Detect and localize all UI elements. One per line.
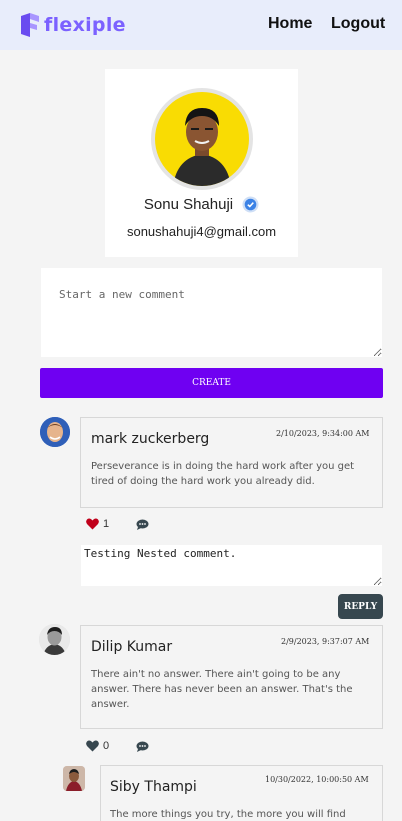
commenter-avatar <box>40 417 70 447</box>
reply-comment-icon[interactable] <box>136 519 149 530</box>
comment-author: mark zuckerberg <box>91 431 210 447</box>
commenter-avatar <box>63 766 85 791</box>
reply-comment-icon[interactable] <box>136 741 149 752</box>
profile-photo <box>173 108 231 186</box>
reply-input[interactable] <box>81 545 382 586</box>
comment-card: Siby Thampi 10/30/2022, 10:00:50 AM The … <box>100 765 383 821</box>
profile-email: sonushahuji4@gmail.com <box>126 224 277 239</box>
like-count: 0 <box>103 740 110 752</box>
comment-author: Siby Thampi <box>110 779 197 795</box>
comment-text: Perseverance is in doing the hard work a… <box>91 461 355 487</box>
brand-name: flexiple <box>44 14 126 36</box>
commenter-avatar <box>39 624 70 655</box>
comment-date: 10/30/2022, 10:00:50 AM <box>265 775 369 784</box>
profile-avatar <box>151 88 253 190</box>
comment-card: Dilip Kumar 2/9/2023, 9:37:07 AM There a… <box>80 625 383 729</box>
new-comment-input[interactable] <box>41 268 382 357</box>
comment-author: Dilip Kumar <box>91 639 173 655</box>
comment-actions: 1 <box>86 518 109 530</box>
brand-logo[interactable]: flexiple <box>19 11 126 39</box>
heart-icon[interactable] <box>86 518 99 530</box>
reply-button[interactable]: REPLY <box>338 594 383 619</box>
verified-check-icon <box>242 196 259 213</box>
nav-logout-link[interactable]: Logout <box>331 15 385 33</box>
nav-home-link[interactable]: Home <box>268 15 312 33</box>
profile-name-row: Sonu Shahuji <box>105 196 298 213</box>
comment-date: 2/9/2023, 9:37:07 AM <box>281 637 370 646</box>
comment-date: 2/10/2023, 9:34:00 AM <box>276 429 370 438</box>
flexiple-logo-icon <box>21 13 39 37</box>
comment-card: mark zuckerberg 2/10/2023, 9:34:00 AM Pe… <box>80 417 383 508</box>
profile-card: Sonu Shahuji sonushahuji4@gmail.com <box>105 69 298 257</box>
like-count: 1 <box>103 518 110 530</box>
comment-actions: 0 <box>86 740 109 752</box>
heart-icon[interactable] <box>86 740 99 752</box>
comment-text: There ain't no answer. There ain't going… <box>91 669 353 710</box>
navbar: flexiple Home Logout <box>0 0 402 50</box>
profile-name: Sonu Shahuji <box>143 196 234 213</box>
comment-text: The more things you try, the more you wi… <box>110 809 346 820</box>
create-comment-button[interactable]: CREATE <box>40 368 383 398</box>
